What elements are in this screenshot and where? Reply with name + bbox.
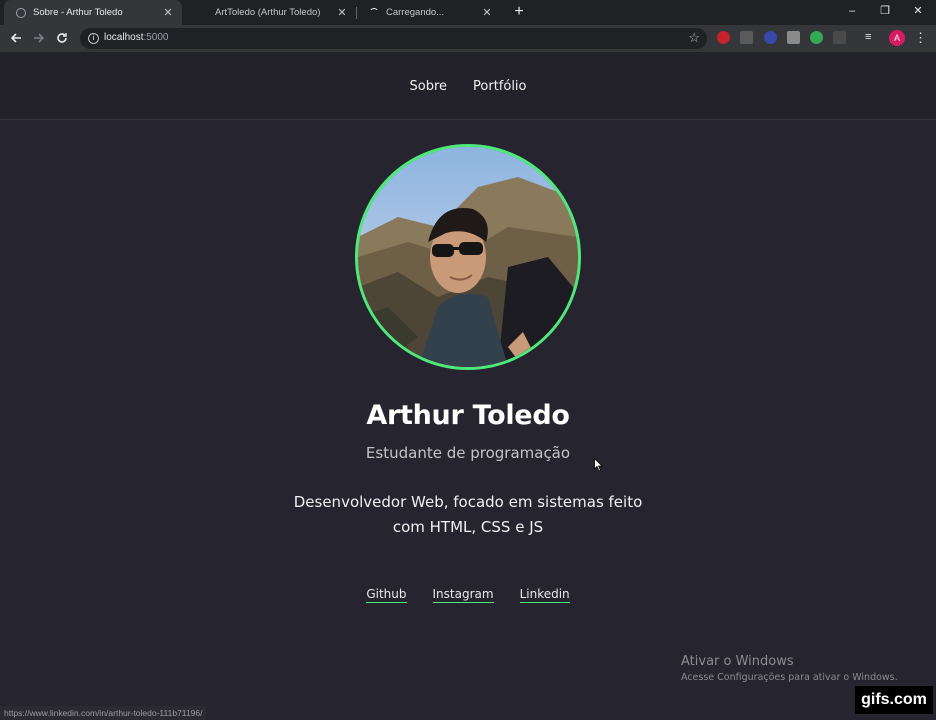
reload-icon [57, 33, 67, 43]
extension-circle-icon[interactable] [764, 31, 777, 44]
extension-code-icon[interactable] [787, 31, 800, 44]
windows-activation-subtitle: Acesse Configurações para ativar o Windo… [681, 672, 898, 683]
site-navigation: Sobre Portfólio [0, 52, 936, 120]
back-button[interactable] [6, 29, 26, 49]
nav-link-sobre[interactable]: Sobre [410, 79, 448, 94]
gifs-watermark: gifs.com [855, 686, 933, 714]
link-status-bar: https://www.linkedin.com/in/arthur-toled… [0, 706, 207, 720]
close-window-button[interactable]: ✕ [902, 0, 934, 25]
arrow-right-icon [34, 33, 45, 43]
minimize-button[interactable]: – [836, 0, 868, 25]
nav-link-portfolio[interactable]: Portfólio [473, 79, 526, 94]
tab-sobre[interactable]: Sobre - Arthur Toledo ✕ [4, 0, 182, 25]
link-github[interactable]: Github [366, 587, 407, 603]
close-tab-icon[interactable]: ✕ [334, 6, 350, 19]
link-linkedin[interactable]: Linkedin [519, 587, 570, 603]
social-links: Github Instagram Linkedin [0, 587, 936, 603]
browser-tab-strip: Sobre - Arthur Toledo ✕ ArtToledo (Arthu… [0, 0, 936, 25]
profile-name: Arthur Toledo [366, 400, 570, 431]
forward-button[interactable] [29, 29, 49, 49]
url-text: localhost:5000 [104, 32, 169, 43]
tab-title: ArtToledo (Arthur Toledo) [215, 7, 321, 18]
profile-bio: Desenvolvedor Web, focado em sistemas fe… [293, 493, 643, 536]
playlist-icon[interactable]: ≡ [865, 31, 878, 44]
restore-button[interactable]: ❐ [869, 0, 901, 25]
extension-red-icon[interactable] [717, 31, 730, 44]
extension-grey-icon[interactable] [833, 31, 846, 44]
arrow-left-icon [10, 33, 21, 43]
windows-activation-title: Ativar o Windows [681, 654, 794, 669]
tab-arttoledo[interactable]: ArtToledo (Arthur Toledo) ✕ [182, 0, 356, 25]
profile-photo-illustration [358, 147, 578, 367]
tab-title: Sobre - Arthur Toledo [33, 7, 123, 18]
extension-plus-icon[interactable] [810, 31, 823, 44]
globe-icon [16, 7, 26, 18]
address-bar[interactable]: i localhost:5000 ☆ [80, 28, 707, 49]
profile-avatar[interactable]: A [889, 30, 905, 46]
reload-button[interactable] [52, 29, 72, 49]
extension-m-icon[interactable] [740, 31, 753, 44]
tab-carregando[interactable]: Carregando... ✕ [357, 0, 501, 25]
tab-title: Carregando... [386, 7, 445, 18]
bookmark-star-icon[interactable]: ☆ [688, 30, 700, 46]
close-tab-icon[interactable]: ✕ [479, 6, 495, 19]
browser-toolbar: i localhost:5000 ☆ ≡ A ⋮ [0, 25, 936, 52]
profile-photo [355, 144, 581, 370]
profile-role: Estudante de programação [365, 444, 571, 462]
info-icon[interactable]: i [88, 33, 99, 44]
new-tab-button[interactable]: + [510, 3, 528, 21]
mouse-cursor-icon [594, 458, 603, 472]
link-instagram[interactable]: Instagram [432, 587, 494, 603]
loading-spinner-icon [369, 7, 379, 18]
close-tab-icon[interactable]: ✕ [160, 6, 176, 19]
page-body: Sobre Portfólio Arthur Toledo Estudante … [0, 52, 936, 720]
kebab-menu-icon[interactable]: ⋮ [914, 29, 927, 47]
